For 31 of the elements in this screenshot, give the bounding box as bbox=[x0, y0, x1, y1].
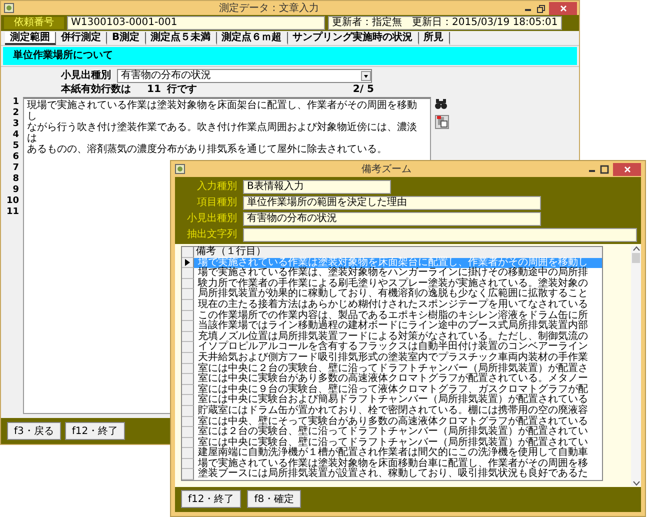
valid-lines-label: 本紙有効行数は bbox=[61, 84, 131, 96]
text-line: ながら行う吹き付け塗装作業である。吹き付け作業点周囲および対象物近傍には、濃淡 bbox=[27, 122, 418, 133]
window-title: 備考ズーム bbox=[360, 162, 412, 176]
line-number: 6 bbox=[12, 152, 19, 163]
field-label: 小見出種別 bbox=[186, 213, 237, 225]
valid-lines-unit: 行です bbox=[166, 84, 197, 96]
line-number: 10 bbox=[6, 196, 19, 207]
line-number: 1 bbox=[12, 97, 19, 108]
line-number: 2 bbox=[12, 108, 19, 119]
update-info-field: 更新者：指定無 更新日：2015/03/19 18:05:01 bbox=[328, 16, 562, 30]
line-number: 5 bbox=[12, 141, 19, 152]
section-heading: 単位作業場所について bbox=[3, 47, 577, 65]
text-line: し bbox=[27, 111, 38, 122]
line-number: 9 bbox=[12, 185, 19, 196]
valid-lines-count: 11 bbox=[147, 84, 161, 96]
text-line: は bbox=[27, 133, 38, 144]
field-label: 抽出文字列 bbox=[186, 229, 237, 241]
text-line: 現場で実施されている作業は塗装対象物を床面架台に配置し、作業者がその周囲を移動 bbox=[27, 100, 418, 111]
line-number: 3 bbox=[12, 119, 19, 130]
subheading-label: 小見出種別 bbox=[61, 70, 111, 82]
line-number: 8 bbox=[12, 174, 19, 185]
field-label: 入力種別 bbox=[196, 181, 237, 193]
text-line: あるものの、溶剤蒸気の濃度分布があり排気系を通じて屋外に除去されている。 bbox=[27, 144, 388, 155]
line-number: 7 bbox=[12, 163, 19, 174]
line-number: 4 bbox=[12, 130, 19, 141]
window-title: 測定データ : 文章入力 bbox=[218, 2, 320, 15]
request-number-label: 依頼番号 bbox=[4, 17, 64, 29]
page-indicator: 2/ 5 bbox=[352, 84, 374, 96]
column-header: 備考（１行目） bbox=[194, 247, 602, 258]
line-number: 11 bbox=[6, 207, 19, 218]
field-label: 項目種別 bbox=[196, 197, 237, 209]
